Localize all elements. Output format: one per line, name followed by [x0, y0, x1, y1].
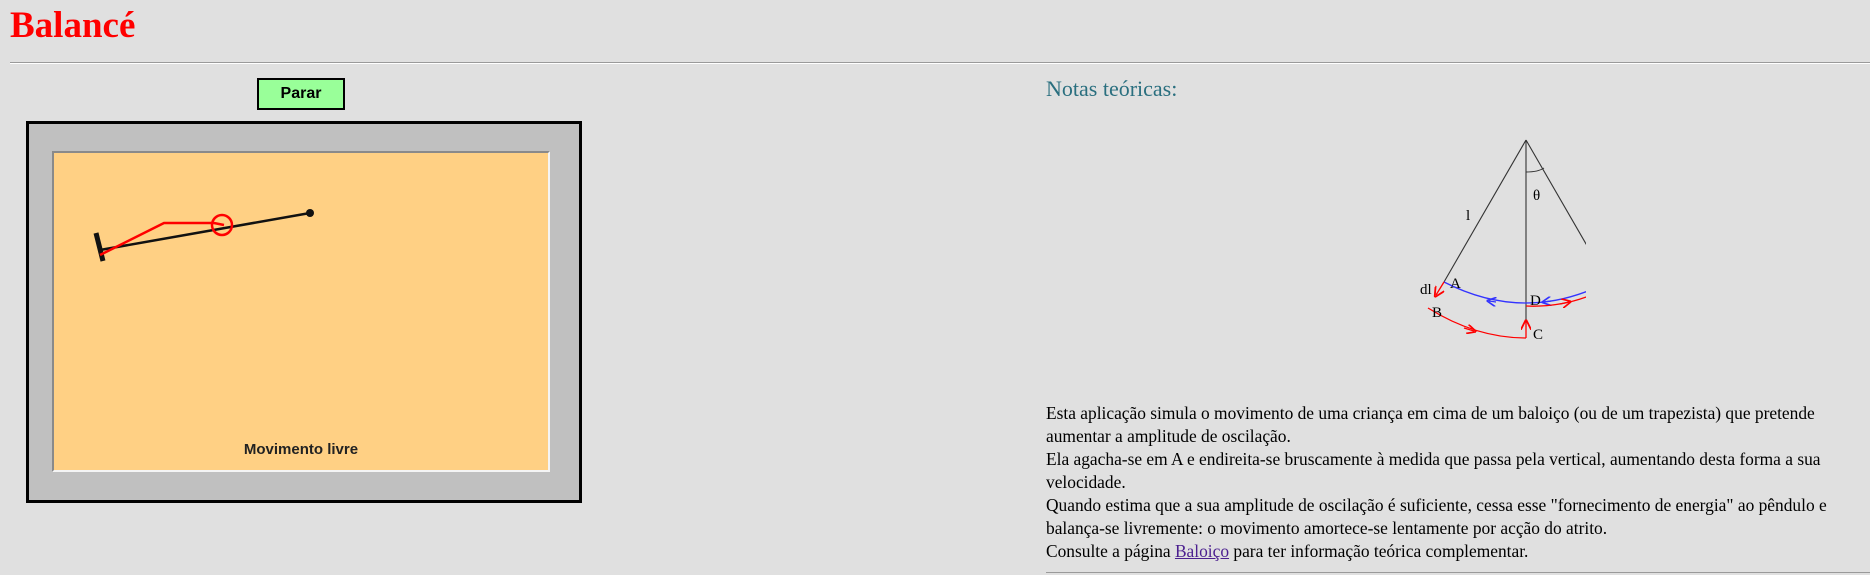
swing-seat [93, 232, 106, 262]
notes-body: Esta aplicação simula o movimento de uma… [1046, 402, 1870, 563]
bottom-divider [1046, 572, 1870, 573]
stop-button[interactable]: Parar [257, 78, 345, 110]
notes-paragraph: Quando estima que a sua amplitude de osc… [1046, 495, 1827, 538]
simulation-canvas[interactable]: Movimento livre [52, 151, 550, 472]
theory-notes: Notas teóricas: l θ A dl B C D Esta apli… [1046, 0, 1870, 575]
label-a: A [1450, 276, 1461, 292]
notes-heading: Notas teóricas: [1046, 76, 1178, 101]
path-a-b [1436, 281, 1445, 295]
consult-prefix: Consulte a página [1046, 541, 1175, 561]
notes-paragraph: Ela agacha-se em A e endireita-se brusca… [1046, 449, 1821, 492]
label-angle: θ [1533, 188, 1540, 204]
rod-right [1525, 139, 1586, 246]
label-dl: dl [1420, 282, 1432, 298]
label-c: C [1533, 327, 1543, 343]
label-d: D [1530, 293, 1541, 309]
path-b-c [1427, 307, 1527, 339]
swing-drawing [93, 209, 314, 262]
label-b: B [1432, 305, 1442, 321]
rod-left [1443, 139, 1527, 283]
pendulum-diagram: l θ A dl B C D [1420, 139, 1586, 343]
page-title: Balancé [10, 5, 136, 46]
simulation-frame: Movimento livre [26, 121, 582, 503]
notes-paragraph: Esta aplicação simula o movimento de uma… [1046, 403, 1815, 446]
swing-pivot [306, 209, 314, 217]
consult-suffix: para ter informação teórica complementar… [1229, 541, 1529, 561]
inner-arc [1443, 281, 1586, 304]
swing-rope [99, 211, 311, 252]
baloico-link[interactable]: Baloiço [1175, 541, 1229, 561]
simulation-status: Movimento livre [243, 441, 359, 458]
notes-consult: Consulte a página Baloiço para ter infor… [1046, 540, 1870, 563]
label-length: l [1466, 208, 1470, 224]
angle-arc [1525, 167, 1545, 173]
